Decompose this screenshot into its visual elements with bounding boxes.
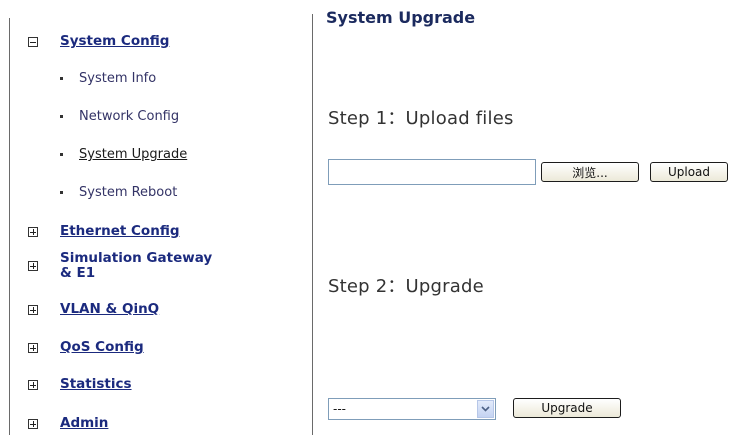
bullet-icon [60,153,63,156]
bullet-icon [60,191,63,194]
firmware-select[interactable]: --- [328,398,496,420]
sidebar-item-label[interactable]: System Info [79,71,156,86]
step2-title: Step 2：Upgrade [328,276,484,297]
sidebar-group-label-line1: Simulation Gateway [60,250,213,266]
sidebar-group-admin[interactable]: Admin [28,416,108,431]
file-path-input[interactable] [328,159,536,185]
sidebar-group-simulation-gateway[interactable]: Simulation Gateway & E1 [28,251,212,281]
sidebar-item-system-upgrade[interactable]: System Upgrade [60,147,187,162]
collapse-icon[interactable] [28,36,38,47]
sidebar-group-label[interactable]: Admin [60,416,108,431]
sidebar-item-label[interactable]: System Reboot [79,185,177,200]
sidebar-item-system-info[interactable]: System Info [60,71,156,86]
sidebar-item-label[interactable]: System Upgrade [79,147,187,162]
sidebar-group-label[interactable]: Statistics [60,377,132,392]
sidebar-group-label-line2: & E1 [60,265,96,281]
expand-icon[interactable] [28,226,38,237]
sidebar-group-system-config[interactable]: System Config [28,34,169,49]
expand-icon[interactable] [28,418,38,429]
sidebar-group-label[interactable]: QoS Config [60,340,144,355]
chevron-down-icon[interactable] [477,400,494,418]
sidebar-group-qos-config[interactable]: QoS Config [28,340,144,355]
browse-button[interactable]: 浏览... [541,162,639,182]
sidebar-item-label[interactable]: Network Config [79,109,179,124]
sidebar-divider [312,14,313,435]
sidebar-item-network-config[interactable]: Network Config [60,109,179,124]
sidebar-group-label[interactable]: System Config [60,34,169,49]
upgrade-button[interactable]: Upgrade [513,398,621,418]
bullet-icon [60,115,63,118]
sidebar-group-label[interactable]: VLAN & QinQ [60,302,159,317]
sidebar-group-label[interactable]: Simulation Gateway & E1 [60,251,212,281]
sidebar-left-border [9,18,10,435]
expand-icon[interactable] [28,379,38,390]
expand-icon[interactable] [28,304,38,315]
upload-button[interactable]: Upload [650,162,728,182]
sidebar-group-ethernet-config[interactable]: Ethernet Config [28,224,179,239]
page-title: System Upgrade [326,8,476,27]
sidebar-group-label[interactable]: Ethernet Config [60,224,179,239]
sidebar-item-system-reboot[interactable]: System Reboot [60,185,177,200]
step1-title: Step 1：Upload files [328,108,514,129]
expand-icon[interactable] [28,342,38,353]
bullet-icon [60,77,63,80]
sidebar-group-vlan-qinq[interactable]: VLAN & QinQ [28,302,159,317]
sidebar-group-statistics[interactable]: Statistics [28,377,132,392]
select-value: --- [333,402,346,416]
expand-icon[interactable] [28,261,38,271]
